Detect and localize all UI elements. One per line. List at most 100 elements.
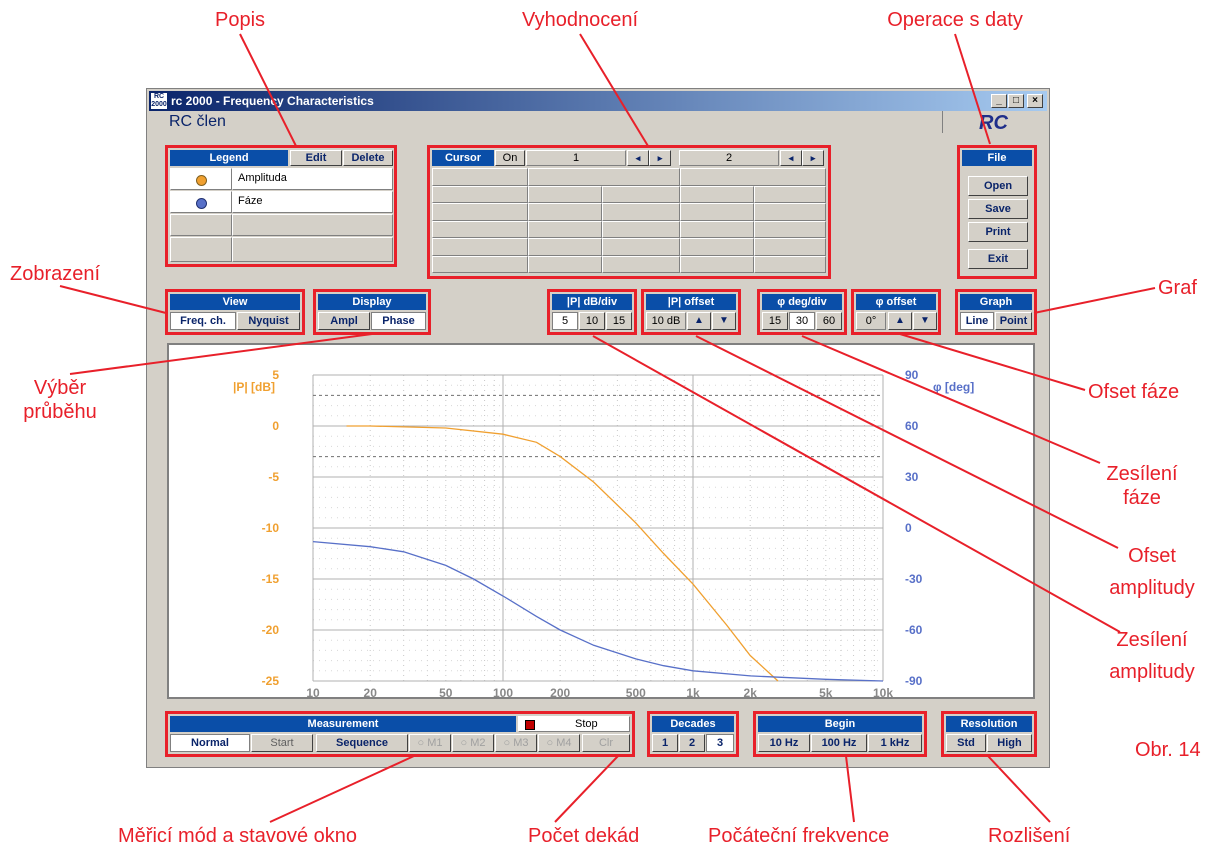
cursor-value-cell [602,203,680,221]
sequence-mode-button[interactable]: Sequence [316,734,408,752]
cursor-panel: Cursor On 1 ◂ ▸ 2 ◂ ▸ [427,145,831,279]
cursor-value-cell [432,168,528,186]
m3-radio[interactable]: ○ M3 [495,734,537,752]
begin-10hz-button[interactable]: 10 Hz [758,734,810,752]
cursor-value-cell [680,255,754,273]
cursor-on-button[interactable]: On [495,150,525,166]
db-div-5-button[interactable]: 5 [552,312,578,330]
legend-delete-button[interactable]: Delete [343,150,393,166]
amplitude-gain-panel: |P| dB/div 5 10 15 [547,289,637,335]
cursor-value-cell [602,220,680,238]
annotation-ofset-ampl-1: Ofset [1128,545,1176,567]
normal-mode-button[interactable]: Normal [170,734,250,752]
file-header: File [962,150,1032,166]
phase-offset-down-button[interactable]: ▼ [913,312,937,330]
ampl-button[interactable]: Ampl [318,312,370,330]
p-offset-header: |P| offset [646,294,736,310]
legend-empty-cell [170,237,232,262]
phase-button[interactable]: Phase [371,312,426,330]
annotation-rozliseni: Rozlišení [988,825,1071,847]
exit-button[interactable]: Exit [968,249,1028,269]
radio-icon: ○ [417,737,425,749]
nyquist-button[interactable]: Nyquist [237,312,300,330]
minimize-button[interactable]: _ [991,94,1007,108]
decades-1-button[interactable]: 1 [652,734,678,752]
decades-3-button[interactable]: 3 [706,734,734,752]
start-button[interactable]: Start [251,734,313,752]
legend-empty-cell [232,214,393,236]
m2-radio[interactable]: ○ M2 [452,734,494,752]
cursor-2-right-button[interactable]: ▸ [802,150,824,166]
legend-swatch-cell[interactable] [170,191,232,213]
cursor-value-cell [528,168,680,186]
cursor-2-left-button[interactable]: ◂ [780,150,802,166]
begin-header: Begin [758,716,922,732]
deg-div-15-button[interactable]: 15 [762,312,788,330]
radio-icon: ○ [460,737,468,749]
legend-header: Legend [170,150,288,166]
leader-line-graf [1033,287,1156,314]
m1-radio[interactable]: ○ M1 [409,734,451,752]
decades-2-button[interactable]: 2 [679,734,705,752]
phase-gain-panel: φ deg/div 15 30 60 [757,289,847,335]
freq-ch-button[interactable]: Freq. ch. [170,312,236,330]
resolution-std-button[interactable]: Std [946,734,986,752]
plot-area[interactable]: 5 0 -5 -10 -15 -20 -25 90 60 30 0 -30 -60 -90 10 20 50 10… [167,343,1035,699]
graph-point-button[interactable]: Point [995,312,1032,330]
amplitude-offset-value: 10 dB [646,312,686,330]
save-button[interactable]: Save [968,199,1028,219]
amplitude-offset-down-button[interactable]: ▼ [712,312,736,330]
x-tick-label: 100 [493,686,513,697]
begin-panel: Begin 10 Hz 100 Hz 1 kHz [753,711,927,757]
right-tick-label: 60 [905,419,919,433]
cursor-1-label: 1 [526,150,626,166]
annotation-operace: Operace s daty [887,9,1023,31]
x-tick-label: 20 [364,686,378,697]
graph-panel: Graph Line Point [955,289,1037,335]
resolution-high-button[interactable]: High [987,734,1032,752]
view-header: View [170,294,300,310]
amplitude-offset-panel: |P| offset 10 dB ▲ ▼ [641,289,741,335]
cursor-value-cell [602,255,680,273]
cursor-value-cell [754,185,826,203]
graph-line-button[interactable]: Line [960,312,994,330]
radio-icon: ○ [546,737,554,749]
db-div-10-button[interactable]: 10 [579,312,605,330]
open-button[interactable]: Open [968,176,1028,196]
legend-swatch-cell[interactable] [170,168,232,190]
close-button[interactable]: × [1027,94,1043,108]
x-tick-label: 10k [873,686,893,697]
measurement-header: Measurement [170,716,516,732]
db-div-15-button[interactable]: 15 [606,312,632,330]
cursor-value-cell [680,168,826,186]
maximize-button[interactable]: □ [1008,94,1024,108]
graph-header: Graph [960,294,1032,310]
resolution-panel: Resolution Std High [941,711,1037,757]
left-tick-label: -25 [262,674,280,688]
print-button[interactable]: Print [968,222,1028,242]
legend-item-label[interactable]: Amplituda [232,168,393,190]
annotation-vyber-2: průběhu [23,401,97,423]
header-divider [942,111,943,133]
legend-item-label[interactable]: Fáze [232,191,393,213]
m4-label: M4 [556,737,572,749]
legend-edit-button[interactable]: Edit [290,150,342,166]
annotation-zesileni-faze-2: fáze [1123,487,1161,509]
title-bar[interactable]: RC 2000 rc 2000 - Frequency Characterist… [149,91,1047,111]
legend-panel: Legend Edit Delete Amplituda Fáze [165,145,397,267]
m4-radio[interactable]: ○ M4 [538,734,580,752]
series-line-amplitude [346,425,779,682]
x-tick-label: 5k [819,686,833,697]
deg-div-60-button[interactable]: 60 [816,312,842,330]
begin-1khz-button[interactable]: 1 kHz [868,734,922,752]
cursor-value-cell [602,238,680,256]
deg-div-30-button[interactable]: 30 [789,312,815,330]
radio-icon: ○ [503,737,511,749]
cursor-value-cell [528,255,602,273]
phase-offset-up-button[interactable]: ▲ [888,312,912,330]
cursor-1-left-button[interactable]: ◂ [627,150,649,166]
amplitude-offset-up-button[interactable]: ▲ [687,312,711,330]
clear-button[interactable]: Clr [582,734,630,752]
cursor-1-right-button[interactable]: ▸ [649,150,671,166]
begin-100hz-button[interactable]: 100 Hz [811,734,867,752]
